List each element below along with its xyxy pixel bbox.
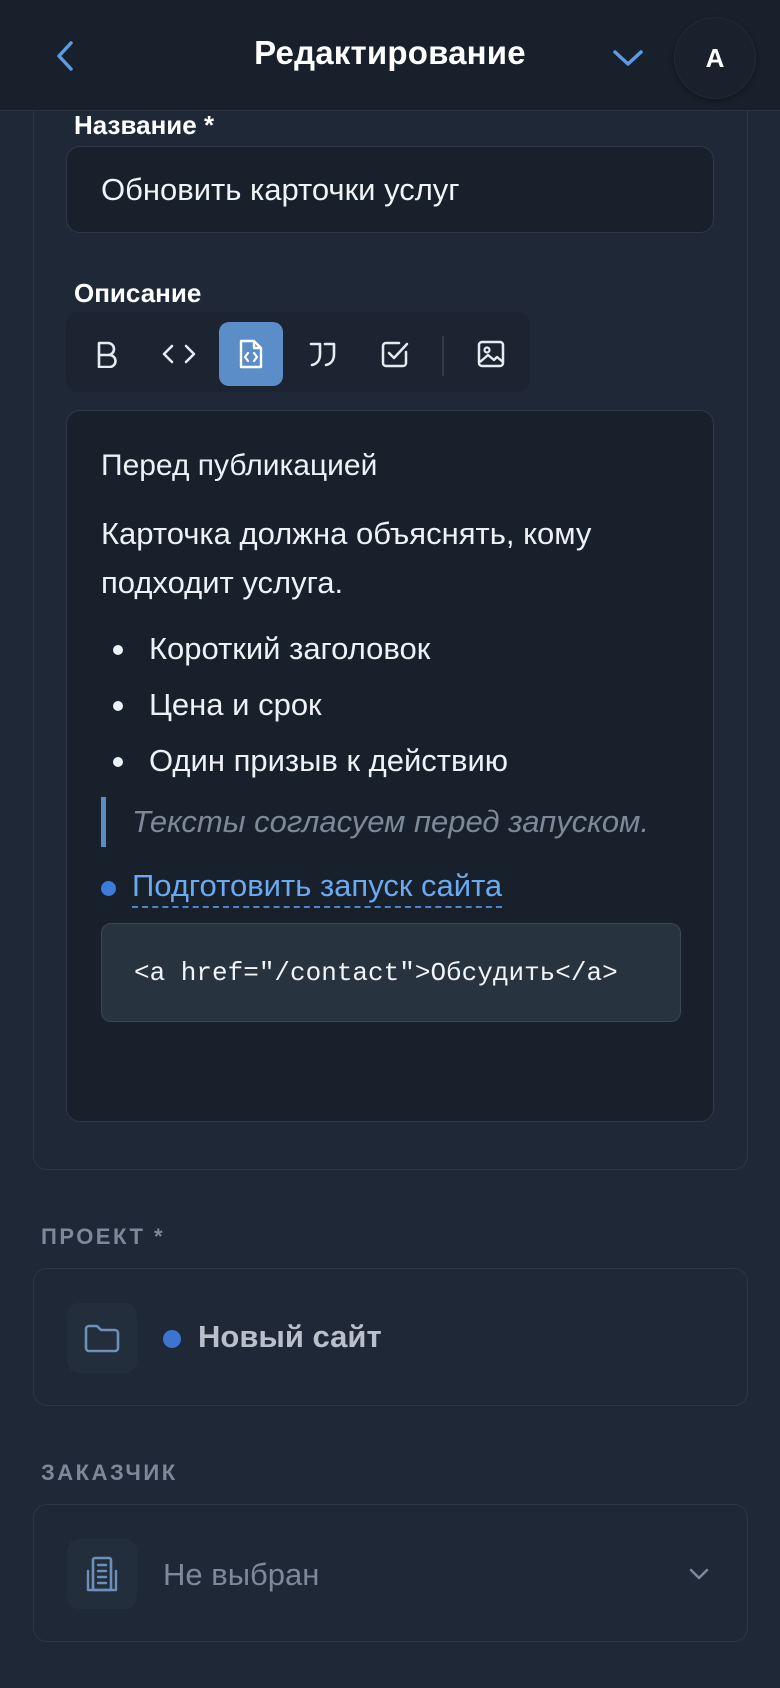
expand-button[interactable] <box>610 40 646 76</box>
editor-code-block: <a href="/contact">Обсудить</a> <box>101 923 681 1022</box>
code-file-icon <box>239 339 263 369</box>
title-label: Название * <box>74 110 215 140</box>
checklist-button[interactable] <box>363 322 427 386</box>
client-value: Не выбран <box>163 1557 320 1592</box>
description-label: Описание <box>74 278 202 308</box>
project-field[interactable]: Новый сайт <box>33 1268 748 1406</box>
quote-icon <box>309 342 336 367</box>
project-value: Новый сайт <box>198 1319 382 1354</box>
status-dot <box>101 880 116 896</box>
title-input[interactable]: Обновить карточки услуг <box>66 146 714 233</box>
folder-icon <box>84 1324 120 1353</box>
inline-code-button[interactable] <box>147 322 211 386</box>
task-link-row: Подготовить запуск сайта <box>101 863 503 913</box>
code-icon <box>162 344 196 364</box>
formatting-toolbar <box>66 312 530 392</box>
code-block-button[interactable] <box>219 322 283 386</box>
bold-button[interactable] <box>75 322 139 386</box>
avatar[interactable]: A <box>675 18 755 98</box>
list-item: Короткий заголовок <box>101 621 508 677</box>
client-icon-box <box>67 1539 137 1609</box>
task-link[interactable]: Подготовить запуск сайта <box>132 868 503 908</box>
image-icon <box>477 340 505 368</box>
quote-button[interactable] <box>291 322 355 386</box>
client-select[interactable]: Не выбран <box>33 1504 748 1642</box>
project-icon-box <box>67 1303 137 1373</box>
editor-blockquote: Тексты согласуем перед запуском. <box>101 797 649 847</box>
page-title: Редактирование <box>254 34 526 71</box>
project-color-dot <box>163 1330 181 1348</box>
chevron-down-icon <box>689 1568 709 1580</box>
editor-paragraph: Карточка должна объяснять, кому подходит… <box>101 516 592 600</box>
client-dropdown-toggle[interactable] <box>684 1559 714 1589</box>
client-label: ЗАКАЗЧИК <box>41 1460 178 1485</box>
image-button[interactable] <box>459 322 523 386</box>
project-label: ПРОЕКТ * <box>41 1224 166 1249</box>
list-item: Один призыв к действию <box>101 733 508 789</box>
building-icon <box>86 1556 118 1592</box>
description-editor[interactable]: Перед публикацией Карточка должна объясн… <box>66 410 714 1122</box>
editor-bullet-list: Короткий заголовок Цена и срок Один приз… <box>101 621 508 789</box>
chevron-down-icon <box>613 50 643 66</box>
toolbar-divider <box>442 336 444 376</box>
checkbox-icon <box>381 341 409 368</box>
editor-heading: Перед публикацией <box>101 449 378 482</box>
bold-icon <box>97 341 117 368</box>
list-item: Цена и срок <box>101 677 508 733</box>
top-bar: Редактирование A <box>0 0 780 111</box>
